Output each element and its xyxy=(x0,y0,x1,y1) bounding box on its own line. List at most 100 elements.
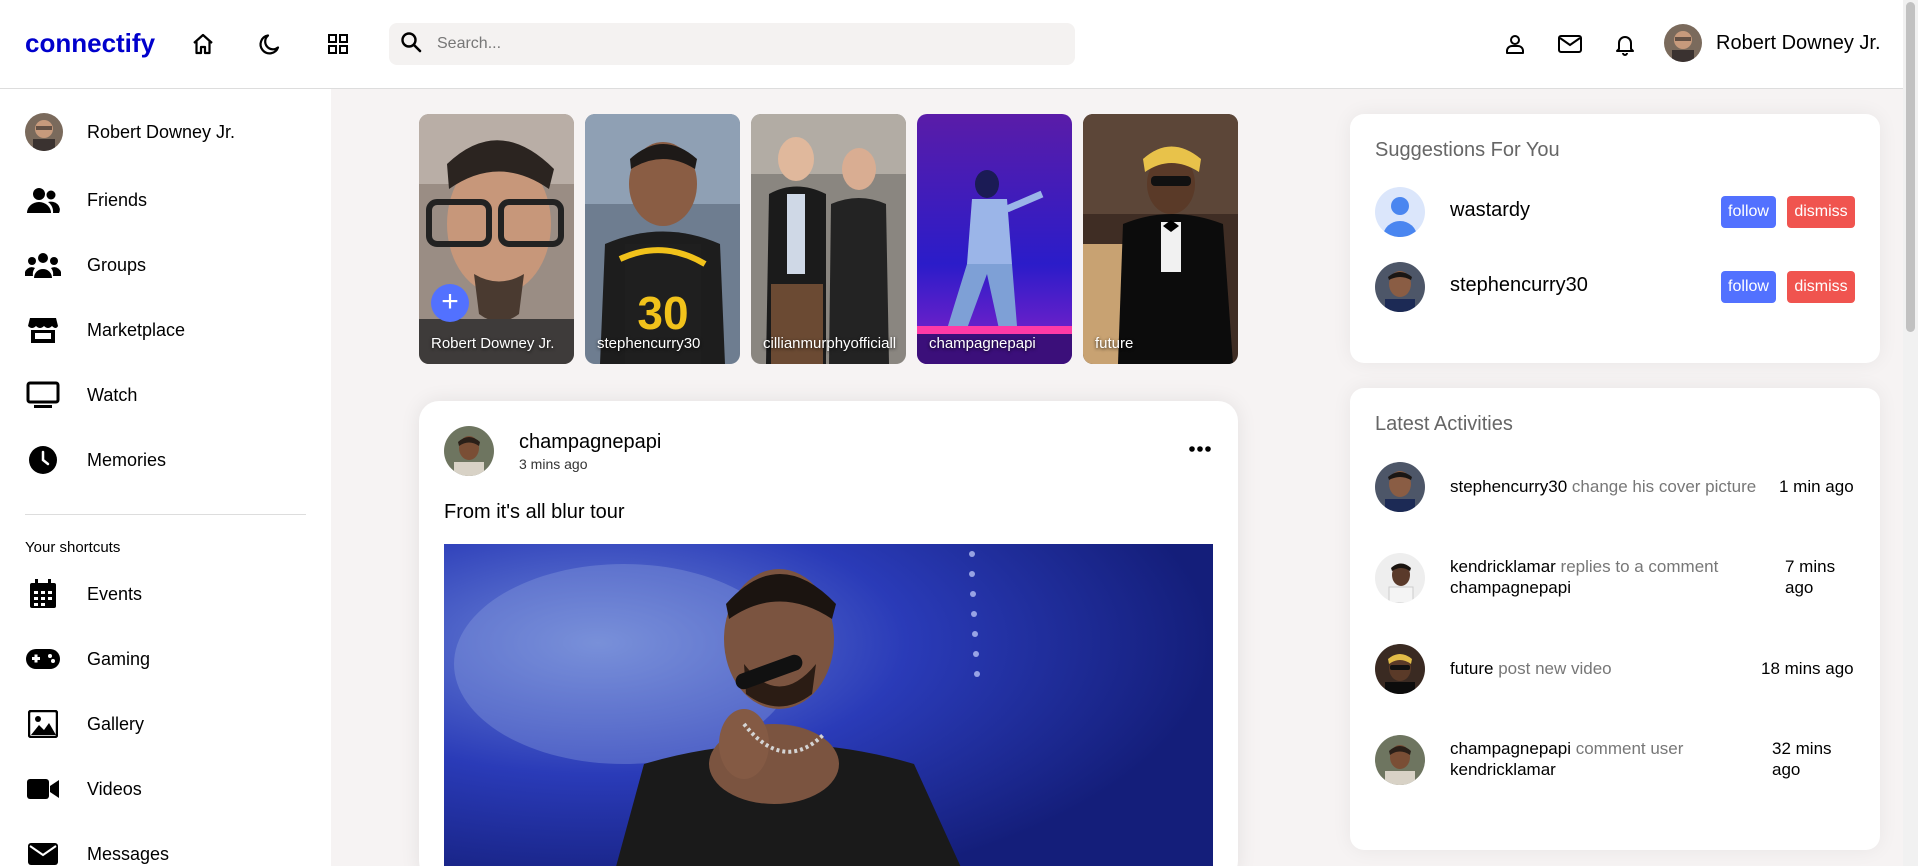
story-card[interactable]: 30 stephencurry30 xyxy=(585,114,740,364)
latest-activities-card: Latest Activities stephencurry30 change … xyxy=(1350,388,1880,850)
suggestion-username[interactable]: stephencurry30 xyxy=(1450,274,1588,297)
sidebar-item-groups[interactable]: Groups xyxy=(25,247,146,283)
nav-user-name: Robert Downey Jr. xyxy=(1716,31,1881,54)
activity-user[interactable]: stephencurry30 xyxy=(1450,477,1567,496)
sidebar-profile-name: Robert Downey Jr. xyxy=(87,122,236,142)
store-icon xyxy=(25,312,61,348)
story-name: champagnepapi xyxy=(929,335,1036,352)
avatar[interactable] xyxy=(1375,735,1425,785)
sidebar-item-memories[interactable]: Memories xyxy=(25,442,166,478)
more-options-icon[interactable] xyxy=(1185,439,1215,459)
activity-target[interactable]: champagnepapi xyxy=(1450,578,1571,597)
sidebar-item-label: Memories xyxy=(87,449,167,470)
story-card[interactable]: future xyxy=(1083,114,1238,364)
sidebar-item-label: Groups xyxy=(87,254,147,275)
story-image xyxy=(917,114,1072,364)
activity-text: champagnepapi comment user kendricklamar xyxy=(1450,738,1683,780)
story-card[interactable]: champagnepapi xyxy=(917,114,1072,364)
sidebar-item-label: Gaming xyxy=(87,648,151,669)
story-name: future xyxy=(1095,335,1134,352)
story-image xyxy=(751,114,906,364)
envelope-icon xyxy=(25,836,61,866)
sidebar-profile[interactable]: Robert Downey Jr. xyxy=(25,113,235,151)
image-icon xyxy=(25,706,61,742)
left-sidebar: Robert Downey Jr. Friends Groups Marketp… xyxy=(0,89,331,866)
story-image: 30 xyxy=(585,114,740,364)
sidebar-item-gaming[interactable]: Gaming xyxy=(25,641,150,677)
activity-row: future post new video 18 mins ago xyxy=(1375,644,1855,694)
sidebar-item-label: Gallery xyxy=(87,713,145,734)
sidebar-item-watch[interactable]: Watch xyxy=(25,377,137,413)
activity-user[interactable]: future xyxy=(1450,659,1493,678)
activity-text: future post new video xyxy=(1450,658,1612,679)
activity-time: 7 mins ago xyxy=(1785,557,1836,597)
dark-mode-icon[interactable] xyxy=(256,30,284,58)
suggestion-username[interactable]: wastardy xyxy=(1450,199,1530,222)
sidebar-item-label: Friends xyxy=(87,189,148,210)
post-author-avatar[interactable] xyxy=(444,426,494,476)
activity-user[interactable]: kendricklamar xyxy=(1450,557,1556,576)
activity-text: kendricklamar replies to a comment champa… xyxy=(1450,556,1718,598)
mail-icon[interactable] xyxy=(1556,30,1584,58)
dismiss-button[interactable]: dismiss xyxy=(1787,271,1855,303)
suggestions-card: Suggestions For You wastardy follow dism… xyxy=(1350,114,1880,363)
follow-button[interactable]: follow xyxy=(1721,196,1776,228)
post-time: 3 mins ago xyxy=(519,456,588,472)
apps-grid-icon[interactable] xyxy=(324,30,352,58)
activity-time: 18 mins ago xyxy=(1761,659,1854,678)
scrollbar-thumb[interactable] xyxy=(1906,2,1915,332)
avatar[interactable] xyxy=(1375,187,1425,237)
post-author-name[interactable]: champagnepapi xyxy=(519,431,661,454)
activity-time: 32 mins ago xyxy=(1772,739,1832,779)
sidebar-item-friends[interactable]: Friends xyxy=(25,182,147,218)
sidebar-item-gallery[interactable]: Gallery xyxy=(25,706,144,742)
activity-action: replies to a comment xyxy=(1560,557,1719,576)
search-icon[interactable] xyxy=(399,30,423,59)
search-input[interactable] xyxy=(437,35,1037,53)
story-name: Robert Downey Jr. xyxy=(431,335,555,352)
sidebar-item-marketplace[interactable]: Marketplace xyxy=(25,312,185,348)
suggestion-row xyxy=(1375,187,1425,237)
activity-row: stephencurry30 change his cover picture … xyxy=(1375,462,1855,512)
sidebar-item-messages[interactable]: Messages xyxy=(25,836,169,866)
activities-title: Latest Activities xyxy=(1375,413,1513,435)
activity-action: comment user xyxy=(1575,739,1684,758)
post-image[interactable] xyxy=(444,544,1213,866)
activity-row: kendricklamar replies to a comment champa… xyxy=(1375,553,1855,603)
activity-target[interactable]: kendricklamar xyxy=(1450,760,1556,779)
story-name: stephencurry30 xyxy=(597,335,701,352)
top-navbar: connectify Robert Downey Jr. xyxy=(0,0,1903,89)
nav-profile[interactable]: Robert Downey Jr. xyxy=(1664,24,1881,62)
video-icon xyxy=(25,771,61,807)
home-icon[interactable] xyxy=(189,30,217,58)
activity-text: stephencurry30 change his cover picture xyxy=(1450,476,1756,497)
app-logo[interactable]: connectify xyxy=(25,28,155,59)
add-story-button[interactable]: + xyxy=(431,284,469,322)
post-text: From it's all blur tour xyxy=(444,501,625,523)
page-scrollbar[interactable] xyxy=(1903,0,1918,866)
sidebar-item-label: Events xyxy=(87,583,143,604)
activity-action: change his cover picture xyxy=(1571,477,1757,496)
avatar[interactable] xyxy=(1375,262,1425,312)
story-card[interactable]: cillianmurphyofficiall xyxy=(751,114,906,364)
tv-icon xyxy=(25,377,61,413)
search-bar xyxy=(389,23,1075,65)
dismiss-button[interactable]: dismiss xyxy=(1787,196,1855,228)
activity-row: champagnepapi comment user kendricklamar … xyxy=(1375,735,1855,785)
story-card[interactable]: + Robert Downey Jr. xyxy=(419,114,574,364)
avatar[interactable] xyxy=(1375,644,1425,694)
avatar[interactable] xyxy=(1375,553,1425,603)
follow-button[interactable]: follow xyxy=(1721,271,1776,303)
sidebar-item-events[interactable]: Events xyxy=(25,576,142,612)
groups-icon xyxy=(25,247,61,283)
sidebar-item-videos[interactable]: Videos xyxy=(25,771,142,807)
activity-user[interactable]: champagnepapi xyxy=(1450,739,1571,758)
user-icon[interactable] xyxy=(1501,30,1529,58)
activity-action: post new video xyxy=(1498,659,1612,678)
activity-time: 1 min ago xyxy=(1779,477,1854,496)
avatar[interactable] xyxy=(1375,462,1425,512)
clock-icon xyxy=(25,442,61,478)
story-image xyxy=(1083,114,1238,364)
avatar xyxy=(1664,24,1702,62)
notifications-bell-icon[interactable] xyxy=(1611,30,1639,58)
